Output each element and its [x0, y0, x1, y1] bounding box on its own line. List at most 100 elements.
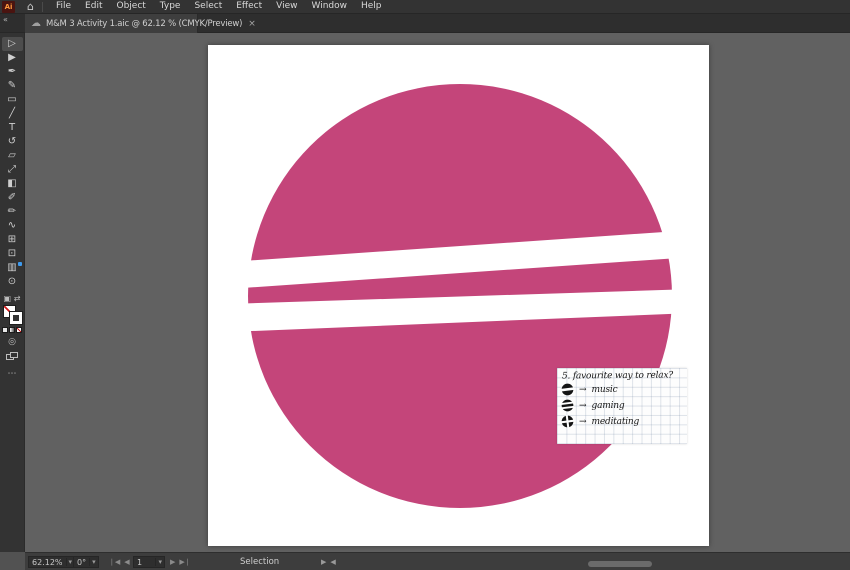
circle-two-stripes-icon [561, 399, 574, 412]
gradient-tool[interactable]: ◧ [2, 177, 23, 191]
rotate-tool[interactable]: ↺ [2, 135, 23, 149]
statusbar-corner [0, 552, 25, 570]
artboard-navigation: ❘◀ ◀ [109, 556, 130, 568]
eraser-tool-icon: ▱ [8, 150, 16, 161]
draw-mode-icon[interactable]: ◎ [8, 337, 16, 347]
zoom-level-field[interactable]: 62.12% ▾ [28, 556, 76, 568]
scale-tool[interactable]: ⤢ [2, 163, 23, 177]
reference-note: 5. favourite way to relax? → music → gam… [557, 368, 687, 444]
shape-builder-tool[interactable]: ⊞ [2, 233, 23, 247]
curvature-tool-icon: ✎ [7, 80, 17, 91]
curvature-tool[interactable]: ✎ [2, 79, 23, 93]
arrow-glyph: → [579, 400, 587, 411]
note-label-meditating: meditating [591, 416, 640, 427]
direct-selection-tool[interactable]: ▶ [2, 51, 23, 65]
menu-separator [41, 1, 43, 12]
menu-help[interactable]: Help [354, 0, 389, 13]
column-graph-tool[interactable]: ▥ [2, 261, 23, 275]
paintbrush-tool-icon: ✐ [7, 192, 17, 203]
menu-file[interactable]: File [49, 0, 78, 13]
status-bar: 62.12% ▾ 0° ▾ ❘◀ ◀ 1 ▾ ▶ ▶❘ Selection ▶◀ [25, 552, 850, 570]
first-artboard-icon[interactable]: ❘◀ [109, 558, 120, 566]
color-button[interactable] [2, 327, 8, 333]
stroke-swatch[interactable] [8, 311, 23, 325]
document-tab-bar: « ☁ M&M 3 Activity 1.aic @ 62.12 % (CMYK… [0, 14, 850, 33]
zoom-tool-icon: ⊙ [7, 276, 17, 287]
home-icon[interactable]: ⌂ [27, 1, 34, 12]
gradient-button[interactable] [9, 327, 15, 333]
pencil-tool[interactable]: ✏ [2, 205, 23, 219]
pencil-tool-icon: ✏ [7, 206, 17, 217]
pie-chart-artwork[interactable] [208, 45, 709, 546]
menu-bar: Ai ⌂ File Edit Object Type Select Effect… [0, 0, 850, 14]
menu-type[interactable]: Type [153, 0, 188, 13]
rotation-field[interactable]: 0° ▾ [73, 556, 99, 568]
note-label-gaming: gaming [591, 400, 625, 411]
menu-object[interactable]: Object [109, 0, 152, 13]
document-title: M&M 3 Activity 1.aic @ 62.12 % (CMYK/Pre… [46, 18, 243, 29]
rectangle-tool-icon: ▭ [7, 94, 17, 105]
swap-fill-stroke-icon[interactable]: ⇄ [14, 294, 21, 303]
artboard-tool[interactable]: ⊡ [2, 247, 23, 261]
arrow-glyph: → [579, 384, 587, 395]
selection-tool[interactable]: ▷ [1, 37, 23, 51]
artboard-navigation-next: ▶ ▶❘ [170, 556, 191, 568]
column-graph-tool-icon: ▥ [7, 262, 17, 273]
status-collapse-icon[interactable]: ◀ [330, 558, 339, 566]
direct-selection-tool-icon: ▶ [8, 52, 16, 63]
status-text: Selection [240, 557, 280, 567]
menu-select[interactable]: Select [187, 0, 229, 13]
menu-effect[interactable]: Effect [229, 0, 269, 13]
circle-quarters-icon [561, 415, 574, 428]
line-segment-tool[interactable]: ╱ [2, 107, 23, 121]
menu-edit[interactable]: Edit [78, 0, 109, 13]
none-button[interactable] [16, 327, 22, 333]
note-label-music: music [591, 384, 618, 395]
rotation-dropdown-icon[interactable]: ▾ [89, 558, 98, 566]
next-artboard-icon[interactable]: ▶ [170, 558, 175, 566]
close-tab-icon[interactable]: × [248, 19, 256, 29]
pen-tool[interactable]: ✒ [2, 65, 23, 79]
fill-stroke-indicator [2, 305, 23, 325]
status-popup-icons[interactable]: ▶◀ [321, 558, 340, 566]
type-tool-icon: T [8, 122, 16, 133]
tool-badge [17, 262, 22, 266]
zoom-tool[interactable]: ⊙ [2, 275, 23, 289]
menu-window[interactable]: Window [305, 0, 355, 13]
cloud-icon: ☁ [31, 18, 41, 29]
rotate-tool-icon: ↺ [7, 136, 17, 147]
note-row-gaming: → gaming [557, 398, 687, 413]
note-row-music: → music [557, 382, 687, 397]
shaper-tool-icon: ∿ [7, 220, 17, 231]
collapse-panel-icon[interactable]: « [3, 15, 8, 24]
artboard-tool-icon: ⊡ [7, 248, 17, 259]
menu-view[interactable]: View [269, 0, 304, 13]
scale-tool-icon: ⤢ [8, 164, 16, 175]
paintbrush-tool[interactable]: ✐ [2, 191, 23, 205]
artboard-number-value: 1 [137, 557, 143, 567]
artboard[interactable] [208, 45, 709, 546]
tools-panel: ▷ ▶ ✒ ✎ ▭ ╱ T ↺ ▱ ⤢ ◧ ✐ ✏ ∿ ⊞ ⊡ ▥ ⊙ ▣ ⇄ … [0, 33, 25, 552]
arrow-glyph: → [579, 416, 587, 427]
screen-mode-icon[interactable] [6, 352, 18, 361]
shape-builder-tool-icon: ⊞ [7, 234, 17, 245]
artboard-dropdown-icon[interactable]: ▾ [155, 558, 164, 566]
shaper-tool[interactable]: ∿ [2, 219, 23, 233]
pen-tool-icon: ✒ [7, 66, 17, 77]
rotation-value: 0° [77, 557, 87, 567]
last-artboard-icon[interactable]: ▶❘ [179, 558, 190, 566]
edit-toolbar-button[interactable]: ⋯ [8, 369, 17, 379]
default-fill-stroke-icon[interactable]: ▣ [4, 294, 12, 303]
gradient-tool-icon: ◧ [7, 178, 17, 189]
previous-artboard-icon[interactable]: ◀ [124, 558, 129, 566]
type-tool[interactable]: T [2, 121, 23, 135]
note-title: 5. favourite way to relax? [561, 370, 673, 382]
rectangle-tool[interactable]: ▭ [2, 93, 23, 107]
eraser-tool[interactable]: ▱ [2, 149, 23, 163]
artboard-number-field[interactable]: 1 ▾ [133, 556, 165, 568]
illustrator-logo-icon: Ai [2, 0, 15, 13]
horizontal-scrollbar-thumb[interactable] [588, 561, 652, 567]
document-tab[interactable]: ☁ M&M 3 Activity 1.aic @ 62.12 % (CMYK/P… [25, 14, 256, 33]
zoom-level-value: 62.12% [32, 557, 63, 567]
status-expand-icon[interactable]: ▶ [321, 558, 330, 566]
